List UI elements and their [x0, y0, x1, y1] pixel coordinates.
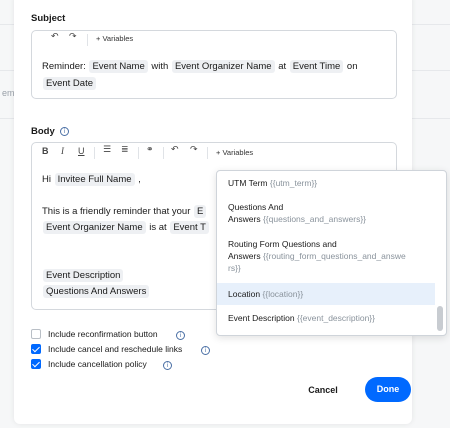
- dropdown-item-name: Answers: [228, 251, 261, 261]
- toolbar-separator: [87, 34, 88, 46]
- variable-chip[interactable]: Event Name: [89, 60, 148, 73]
- numbered-list-icon[interactable]: ≣: [121, 145, 129, 155]
- body-variables-button[interactable]: + Variables: [216, 148, 253, 157]
- cancel-reschedule-checkbox[interactable]: [31, 344, 41, 354]
- undo-icon[interactable]: ↶: [51, 32, 59, 42]
- redo-icon[interactable]: ↷: [69, 32, 77, 42]
- dropdown-item-token: rs}}: [228, 263, 241, 273]
- subject-text: with: [148, 61, 171, 72]
- dropdown-item-name: Answers: [228, 214, 261, 224]
- done-button[interactable]: Done: [365, 377, 411, 402]
- variable-chip[interactable]: Event Time: [289, 60, 344, 73]
- bold-button[interactable]: B: [42, 146, 49, 156]
- cancel-button[interactable]: Cancel: [298, 381, 348, 399]
- subject-text: on: [344, 61, 358, 72]
- subject-line-2: Event Date: [42, 77, 97, 90]
- toolbar-separator: [138, 147, 139, 159]
- italic-button[interactable]: I: [61, 146, 64, 156]
- option-label: Include cancel and reschedule links: [48, 344, 183, 354]
- option-label: Include cancellation policy: [48, 359, 147, 369]
- body-line-4: Event Description: [42, 269, 124, 282]
- subject-variables-button[interactable]: + Variables: [96, 34, 133, 43]
- dropdown-item-name: UTM Term: [228, 178, 268, 188]
- dropdown-scrollbar[interactable]: [437, 306, 443, 331]
- body-text: Hi: [42, 174, 54, 185]
- info-icon[interactable]: i: [60, 127, 69, 136]
- toolbar-separator: [207, 147, 208, 159]
- dropdown-item-name: Questions And: [228, 202, 284, 212]
- variable-chip[interactable]: Invitee Full Name: [54, 173, 135, 186]
- background-fragment-text: em: [2, 88, 15, 98]
- bulleted-list-icon[interactable]: ☰: [103, 145, 111, 155]
- dropdown-item-location[interactable]: Location {{location}}: [217, 283, 435, 305]
- redo-icon[interactable]: ↷: [190, 145, 198, 155]
- dropdown-item-name: Location: [228, 289, 261, 299]
- variable-chip[interactable]: Event Date: [43, 77, 96, 90]
- body-text: ,: [135, 174, 141, 185]
- dropdown-item-utm-term[interactable]: UTM Term {{utm_term}}: [217, 177, 435, 191]
- undo-icon[interactable]: ↶: [171, 145, 179, 155]
- option-label: Include reconfirmation button: [48, 329, 158, 339]
- dropdown-item-token: {{utm_term}}: [269, 178, 318, 188]
- variable-chip[interactable]: Event Organizer Name: [43, 221, 146, 234]
- dropdown-item-token: {{questions_and_answers}}: [262, 214, 366, 224]
- dropdown-item-routing-form[interactable]: Routing Form Questions and Answers {{rou…: [217, 238, 435, 276]
- dropdown-item-token: {{location}}: [262, 289, 304, 299]
- variable-chip[interactable]: Event T: [170, 221, 209, 234]
- body-line-5: Questions And Answers: [42, 285, 150, 298]
- dropdown-item-event-description[interactable]: Event Description {{event_description}}: [217, 312, 435, 326]
- underline-button[interactable]: U: [78, 146, 85, 156]
- body-line-1: Hi Invitee Full Name ,: [42, 173, 141, 186]
- variable-chip[interactable]: Event Description: [43, 269, 124, 282]
- toolbar-separator: [163, 147, 164, 159]
- subject-text: at: [275, 61, 289, 72]
- subject-line-1: Reminder: Event Name with Event Organize…: [42, 60, 358, 73]
- info-icon[interactable]: i: [201, 346, 210, 355]
- variable-chip[interactable]: Questions And Answers: [43, 285, 150, 298]
- reconfirmation-checkbox[interactable]: [31, 329, 41, 339]
- cancellation-policy-checkbox[interactable]: [31, 359, 41, 369]
- variables-dropdown: UTM Term {{utm_term}} Questions And Answ…: [216, 170, 447, 336]
- info-icon[interactable]: i: [163, 361, 172, 370]
- dropdown-item-token: {{event_description}}: [297, 313, 375, 323]
- body-text: is at: [146, 222, 170, 233]
- subject-editor[interactable]: ↶ ↷ + Variables Reminder: Event Name wit…: [31, 30, 397, 99]
- info-icon[interactable]: i: [176, 331, 185, 340]
- subject-label: Subject: [31, 13, 66, 24]
- link-icon[interactable]: ⚭: [146, 145, 154, 155]
- body-line-3: Event Organizer Name is at Event T: [42, 221, 210, 234]
- body-line-2: This is a friendly reminder that your E: [42, 205, 207, 218]
- subject-text: Reminder:: [42, 61, 89, 72]
- dropdown-item-questions-answers[interactable]: Questions And Answers {{questions_and_an…: [217, 201, 435, 227]
- variable-chip[interactable]: Event Organizer Name: [171, 60, 275, 73]
- body-text: This is a friendly reminder that your: [42, 206, 194, 217]
- toolbar-separator: [94, 147, 95, 159]
- dropdown-item-token: {{routing_form_questions_and_answe: [262, 251, 406, 261]
- variable-chip[interactable]: E: [194, 205, 207, 218]
- body-label: Body: [31, 126, 55, 137]
- dropdown-item-name: Event Description: [228, 313, 295, 323]
- dropdown-item-name: Routing Form Questions and: [228, 239, 337, 249]
